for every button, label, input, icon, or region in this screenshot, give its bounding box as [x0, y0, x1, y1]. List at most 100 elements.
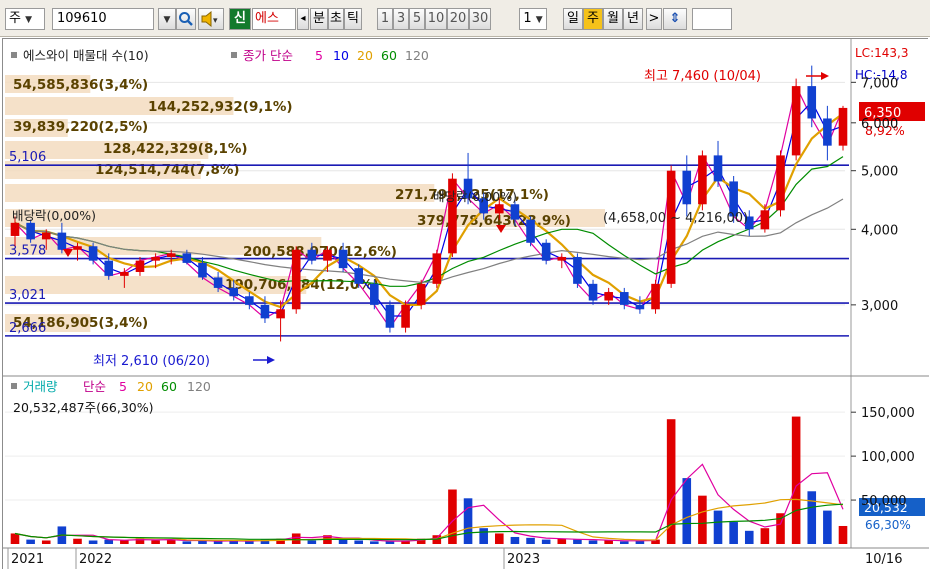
- interval-count-input[interactable]: 1 ▼: [519, 8, 547, 30]
- price-tick-label: 3,000: [861, 299, 898, 314]
- ma-legend-title: 종가 단순: [243, 48, 293, 63]
- chevron-down-icon: ▼: [25, 15, 33, 25]
- stock-chart[interactable]: 54,585,836(3,4%)144,252,932(9,1%)39,839,…: [3, 39, 929, 569]
- period-second-button[interactable]: 초: [328, 8, 344, 30]
- scale-toggle-button[interactable]: ⇕: [663, 8, 687, 30]
- new-listing-badge[interactable]: 신: [229, 8, 251, 30]
- level-label: 3,021: [9, 288, 46, 303]
- date-label: 2021: [11, 552, 44, 567]
- volume-bar: [385, 541, 395, 544]
- price-tick-label: 4,000: [861, 223, 898, 238]
- volume-tick-label: 100,000: [861, 450, 915, 465]
- period-second-label: 초: [330, 11, 342, 26]
- candle-body: [57, 232, 67, 250]
- svg-text:▾: ▾: [213, 16, 218, 26]
- prev-button[interactable]: ◂: [297, 8, 309, 30]
- volume-profile-bar: [5, 184, 435, 202]
- candle-body: [588, 283, 598, 301]
- volume-bar: [307, 540, 317, 544]
- volume-bar: [791, 416, 801, 544]
- candle-body: [41, 232, 51, 240]
- candle-body: [198, 262, 207, 278]
- candle-body: [10, 222, 20, 236]
- interval-label: 10: [427, 11, 445, 26]
- candle-body: [666, 170, 676, 284]
- ma-legend-10: 10: [333, 48, 349, 63]
- candle-body: [276, 309, 285, 319]
- extra-input[interactable]: [692, 8, 732, 30]
- legend-square-icon: [11, 383, 17, 389]
- candle-body: [385, 304, 395, 328]
- code-dropdown-button[interactable]: ▼: [158, 8, 176, 30]
- candle-body: [182, 253, 192, 263]
- volume-bar: [245, 541, 254, 544]
- volume-bar: [73, 538, 82, 544]
- interval-button-1[interactable]: 1: [377, 8, 393, 30]
- candle-body: [432, 253, 442, 284]
- candle-body: [713, 155, 723, 182]
- volume-bar: [26, 539, 35, 544]
- volume-bar: [698, 495, 707, 544]
- speaker-icon: ▾: [201, 10, 218, 28]
- candle-body: [698, 155, 707, 205]
- volume-tick-label: 150,000: [861, 406, 915, 421]
- volume-bar: [88, 540, 98, 544]
- interval-button-30[interactable]: 30: [469, 8, 491, 30]
- volume-bar: [354, 540, 363, 544]
- next-button[interactable]: >: [646, 8, 662, 30]
- stock-code-value: 109610: [57, 11, 107, 26]
- candle-body: [682, 170, 692, 205]
- interval-button-5[interactable]: 5: [409, 8, 425, 30]
- ma-legend-5: 5: [315, 48, 323, 63]
- search-button[interactable]: [176, 8, 196, 30]
- market-type-select[interactable]: 주 ▼: [5, 8, 45, 30]
- candle-body: [151, 256, 160, 261]
- volume-ma-60: 60: [161, 379, 177, 394]
- volume-bar: [807, 491, 817, 544]
- volume-bar: [619, 541, 629, 544]
- candle-body: [245, 296, 254, 305]
- period-tick-button[interactable]: 틱: [344, 8, 362, 30]
- volume-bar: [510, 536, 520, 544]
- period-day-label: 일: [567, 11, 579, 26]
- date-label: 2023: [507, 552, 540, 567]
- stock-name-value: 에스: [255, 11, 279, 26]
- interval-button-20[interactable]: 20: [447, 8, 469, 30]
- candle-body: [370, 283, 379, 305]
- sound-button[interactable]: ▾: [198, 8, 224, 30]
- period-day-button[interactable]: 일: [563, 8, 583, 30]
- candle-body: [354, 268, 363, 284]
- price-tick-label: 5,000: [861, 165, 898, 180]
- volume-bar: [370, 541, 379, 544]
- volume-profile-label: 39,839,220(2,5%): [13, 119, 148, 135]
- volume-profile-label: 128,422,329(8,1%): [103, 141, 248, 157]
- updown-arrow-icon: ⇕: [669, 11, 681, 26]
- date-label: 2022: [79, 552, 112, 567]
- volume-tick-label: 50,000: [861, 494, 907, 509]
- period-year-label: 년: [627, 11, 639, 26]
- period-year-button[interactable]: 년: [623, 8, 643, 30]
- period-minute-button[interactable]: 분: [310, 8, 328, 30]
- volume-title: 거래량: [23, 379, 58, 394]
- candle-body: [338, 249, 348, 269]
- volume-pct-label: 66,30%: [865, 518, 911, 532]
- toolbar: 주 ▼ 109610 ▼ ▾ 신 에스 ◂ 분 초 틱 1 3 5 10 20 …: [0, 0, 930, 37]
- interval-label: 20: [449, 11, 467, 26]
- candle-body: [416, 283, 426, 305]
- range-label: (4,658,00 ~ 4,216,00): [603, 211, 748, 226]
- period-week-label: 주: [587, 11, 599, 26]
- period-month-button[interactable]: 월: [603, 8, 623, 30]
- period-week-button[interactable]: 주: [583, 8, 603, 30]
- lc-label: LC:143,3: [855, 46, 908, 60]
- volume-bar: [495, 533, 504, 544]
- stock-code-input[interactable]: 109610: [52, 8, 154, 30]
- price-tick-label: 6,000: [861, 117, 898, 132]
- candle-body: [120, 271, 129, 276]
- interval-button-3[interactable]: 3: [393, 8, 409, 30]
- last-date-label: 10/16: [865, 552, 902, 567]
- interval-button-10[interactable]: 10: [425, 8, 447, 30]
- legend-square-icon: [231, 52, 237, 58]
- volume-bar: [526, 537, 535, 544]
- stock-name-field[interactable]: 에스: [252, 8, 296, 30]
- candle-body: [760, 210, 770, 230]
